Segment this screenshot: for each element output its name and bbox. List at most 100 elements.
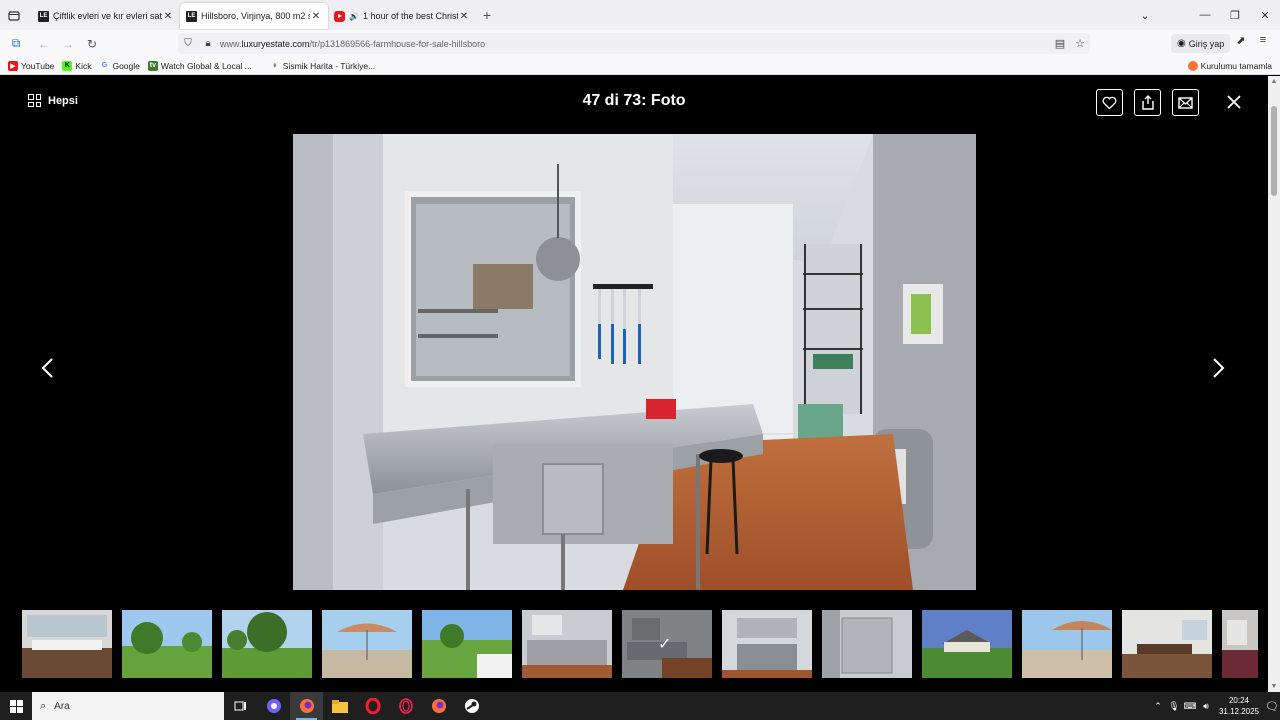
main-photo	[293, 134, 976, 590]
thumbnail-walk-in-cooler[interactable]	[822, 610, 912, 678]
opera-taskbar-icon[interactable]	[356, 692, 389, 720]
mail-icon	[1178, 96, 1193, 109]
file-explorer-taskbar-icon[interactable]	[323, 692, 356, 720]
login-label: Giriş yap	[1188, 38, 1225, 49]
tab-title: Çiftlik evleri ve kır evleri satılık A	[53, 11, 162, 21]
opera-gx-taskbar-icon[interactable]	[389, 692, 422, 720]
network-icon[interactable]: ⌨	[1182, 701, 1198, 712]
thumbnail-deck-view[interactable]	[422, 610, 512, 678]
microphone-icon[interactable]: 🎙︎	[1166, 701, 1182, 712]
tab-title: Hillsboro, Virjinya, 800 m2 satılı	[201, 11, 310, 21]
thumbnail-lawn[interactable]	[122, 610, 212, 678]
scroll-down-icon[interactable]: ▼	[1268, 683, 1280, 690]
kitchen-photo-image	[293, 134, 976, 590]
copilot-taskbar-icon[interactable]	[257, 692, 290, 720]
login-button[interactable]: ◉ Giriş yap	[1171, 34, 1231, 53]
reader-view-icon[interactable]: ▤	[1050, 37, 1070, 50]
navigation-bar: ⧉ ← → ↻ ⛉ 🔒︎ www.luxuryestate.com/tr/p13…	[0, 30, 1280, 57]
copilot-icon	[266, 699, 281, 713]
folder-icon	[331, 699, 348, 713]
volume-icon[interactable]: 🔊︎	[1198, 701, 1214, 712]
previous-photo-arrow-icon[interactable]	[36, 356, 60, 380]
bookmark-watch-global[interactable]: tv Watch Global & Local ...	[147, 60, 252, 71]
tab-title: 1 hour of the best Christma	[362, 11, 458, 21]
luxuryestate-favicon-icon: LE	[186, 10, 197, 22]
scrollbar-thumb[interactable]	[1271, 106, 1277, 196]
heart-icon	[1102, 96, 1117, 110]
bookmark-sismik-harita[interactable]: ⬧ Sismik Harita - Türkiye...	[270, 61, 375, 71]
bookmark-kick[interactable]: K Kick	[62, 60, 91, 71]
google-icon: G	[99, 60, 110, 71]
clock-time: 20:24	[1228, 696, 1250, 705]
email-button[interactable]	[1172, 89, 1199, 116]
thumbnail-dining-room[interactable]	[22, 610, 112, 678]
photo-counter-title: 47 di 73: Foto	[582, 92, 686, 109]
url-text[interactable]: www.luxuryestate.com/tr/p131869566-farmh…	[220, 39, 485, 49]
menu-icon[interactable]: ≡	[1252, 34, 1274, 47]
close-tab-icon[interactable]: ✕	[310, 11, 322, 22]
back-button[interactable]: ←	[32, 37, 56, 51]
shield-icon[interactable]: ⛉	[178, 38, 198, 49]
page-scrollbar[interactable]: ▲ ▼	[1268, 76, 1280, 692]
chevron-up-icon[interactable]: ⌃	[1150, 701, 1166, 712]
clock-date: 31.12.2025	[1218, 707, 1260, 716]
thumbnail-strip: ✓	[22, 610, 1258, 678]
firefox-taskbar-icon[interactable]	[290, 692, 323, 720]
thumbnail-patio-umbrella[interactable]	[322, 610, 412, 678]
thumbnail-house-exterior[interactable]	[922, 610, 1012, 678]
taskbar-search[interactable]: ⌕ Ara	[32, 692, 224, 720]
forward-button[interactable]: →	[56, 37, 80, 51]
scroll-up-icon[interactable]: ▲	[1268, 78, 1280, 85]
thumbnail-kitchen-range[interactable]	[722, 610, 812, 678]
minimize-button[interactable]: —	[1190, 9, 1220, 21]
task-view-button[interactable]	[224, 692, 257, 720]
start-button[interactable]	[0, 692, 32, 720]
close-tab-icon[interactable]: ✕	[162, 11, 174, 22]
reload-button[interactable]: ↻	[80, 37, 104, 51]
thumbnail-lawn-trees[interactable]	[222, 610, 312, 678]
thumbnail-patio-umbrella-2[interactable]	[1022, 610, 1112, 678]
search-placeholder: Ara	[54, 700, 70, 712]
address-bar[interactable]: ⛉ 🔒︎ www.luxuryestate.com/tr/p131869566-…	[178, 33, 1090, 54]
firefox-icon	[431, 699, 446, 713]
thumbnail-kitchen-steel[interactable]	[522, 610, 612, 678]
tab-hillsboro[interactable]: LE Hillsboro, Virjinya, 800 m2 satılı ✕	[180, 3, 328, 29]
bookmark-star-icon[interactable]: ☆	[1070, 37, 1090, 50]
windows-taskbar: ⌕ Ara ⌃ 🎙︎ ⌨ 🔊︎ 20:24 31.12.2025 🗨︎	[0, 692, 1280, 720]
favorite-button[interactable]	[1096, 89, 1123, 116]
steam-taskbar-icon[interactable]	[455, 692, 488, 720]
restore-button[interactable]: ❐	[1220, 9, 1250, 22]
container-icon[interactable]: ⧉	[4, 36, 28, 51]
bookmark-google[interactable]: G Google	[99, 60, 140, 71]
firefox-2-taskbar-icon[interactable]	[422, 692, 455, 720]
opera-icon	[365, 698, 380, 714]
account-icon: ◉	[1177, 38, 1186, 49]
thumbnail-kitchen-sink[interactable]: ✓	[622, 610, 712, 678]
clock[interactable]: 20:24 31.12.2025	[1214, 695, 1264, 717]
windows-logo-icon	[9, 699, 23, 713]
close-icon[interactable]	[1224, 92, 1244, 112]
kick-icon: K	[62, 60, 73, 71]
new-tab-button[interactable]: +	[476, 7, 498, 23]
bookmark-youtube[interactable]: ▶ YouTube	[8, 60, 54, 71]
notifications-icon[interactable]: 🗨︎	[1264, 700, 1280, 713]
steam-icon	[464, 699, 479, 713]
close-window-button[interactable]: ✕	[1250, 9, 1280, 22]
tv-icon: tv	[147, 60, 158, 71]
search-icon: ⌕	[40, 699, 47, 712]
thumbnail-dining-room-2[interactable]	[1122, 610, 1212, 678]
close-tab-icon[interactable]: ✕	[458, 11, 470, 22]
complete-setup-link[interactable]: Kurulumu tamamla	[1187, 60, 1272, 71]
speaker-icon[interactable]: 🔊	[349, 12, 359, 21]
task-view-icon	[234, 701, 246, 711]
luxuryestate-favicon-icon: LE	[38, 10, 49, 22]
lock-icon[interactable]: 🔒︎	[198, 38, 218, 49]
chevron-down-icon[interactable]: ⌄	[1130, 9, 1160, 22]
tab-list-button[interactable]	[0, 0, 28, 30]
tab-youtube[interactable]: 🔊 1 hour of the best Christma ✕	[328, 3, 476, 29]
tab-farmhouses[interactable]: LE Çiftlik evleri ve kır evleri satılık …	[32, 3, 180, 29]
share-button[interactable]	[1134, 89, 1161, 116]
thumbnail-bar-partial[interactable]	[1222, 610, 1258, 678]
next-photo-arrow-icon[interactable]	[1206, 356, 1230, 380]
extensions-icon[interactable]: ⬈	[1230, 34, 1252, 47]
